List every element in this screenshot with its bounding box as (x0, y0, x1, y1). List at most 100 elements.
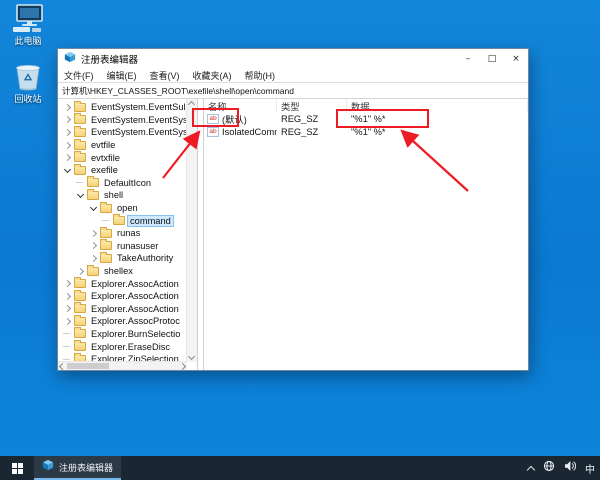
folder-icon (74, 153, 86, 162)
tree-expander-icon[interactable] (89, 241, 98, 250)
folder-icon (74, 128, 86, 137)
tree-item[interactable]: runasuser (58, 240, 187, 253)
scrollbar-thumb[interactable] (67, 363, 109, 369)
tree-item[interactable]: TakeAuthority (58, 252, 187, 265)
tree-item[interactable]: EventSystem.EventSys (58, 114, 187, 127)
desktop-icon-recycle-bin[interactable]: 回收站 (2, 62, 54, 104)
tree-item-label: Explorer.EraseDisc (89, 342, 172, 352)
scroll-left-icon[interactable] (59, 363, 66, 370)
title-bar[interactable]: 注册表编辑器 – □ × (58, 49, 528, 69)
folder-icon (87, 267, 99, 276)
tree-expander-icon[interactable] (63, 128, 72, 137)
windows-logo-icon (12, 463, 23, 474)
pane-splitter[interactable] (197, 99, 204, 370)
tree-item[interactable]: EventSystem.EventSys (58, 126, 187, 139)
menu-item[interactable]: 查看(V) (150, 69, 180, 82)
tree-expander-icon[interactable] (63, 115, 72, 124)
network-icon[interactable] (543, 459, 555, 477)
minimize-button[interactable]: – (456, 49, 480, 69)
tree-expander-icon[interactable] (89, 254, 98, 263)
menu-item[interactable]: 帮助(H) (245, 69, 276, 82)
address-bar[interactable]: 计算机\HKEY_CLASSES_ROOT\exefile\shell\open… (58, 82, 528, 99)
column-header-data[interactable]: 数据 (347, 99, 528, 113)
maximize-button[interactable]: □ (480, 49, 504, 69)
start-button[interactable] (0, 456, 34, 480)
tree-expander-icon[interactable] (63, 279, 72, 288)
value-data: "%1" %* (347, 127, 528, 137)
tree-expander-icon[interactable] (76, 191, 85, 200)
tree-item[interactable]: shell (58, 189, 187, 202)
scroll-right-icon[interactable] (179, 363, 186, 370)
tree-item[interactable]: Explorer.AssocAction (58, 277, 187, 290)
tree-expander-icon[interactable] (63, 342, 72, 351)
scroll-up-icon[interactable] (188, 101, 195, 108)
tree-item[interactable]: Explorer.AssocProtoc (58, 315, 187, 328)
tree-item-label: EventSystem.EventSys (89, 127, 187, 137)
tree-expander-icon[interactable] (102, 216, 111, 225)
close-button[interactable]: × (504, 49, 528, 69)
tree-expander-icon[interactable] (63, 141, 72, 150)
taskbar-item-regedit[interactable]: 注册表编辑器 (34, 456, 121, 480)
menu-item[interactable]: 文件(F) (64, 69, 94, 82)
tree-expander-icon[interactable] (63, 166, 72, 175)
tree-item-label: runas (115, 228, 142, 238)
tree-item[interactable]: DefaultIcon (58, 177, 187, 190)
tree-item[interactable]: Explorer.EraseDisc (58, 340, 187, 353)
tree-item[interactable]: Explorer.BurnSelectio (58, 328, 187, 341)
tree-item[interactable]: Explorer.AssocAction (58, 303, 187, 316)
tree-expander-icon[interactable] (63, 292, 72, 301)
values-list: ab (默认) REG_SZ "%1" %* ab IsolatedComm..… (204, 112, 528, 139)
folder-icon (74, 103, 86, 112)
tree-item[interactable]: shellex (58, 265, 187, 278)
tree-item-label: runasuser (115, 241, 160, 251)
tree-item[interactable]: command (58, 214, 187, 227)
tree-item[interactable]: runas (58, 227, 187, 240)
tree-item[interactable]: evtxfile (58, 151, 187, 164)
tree-item-label: Explorer.BurnSelectio (89, 329, 182, 339)
folder-icon (74, 292, 86, 301)
tree-item[interactable]: EventSystem.EventSul (58, 101, 187, 114)
desktop-icon-this-pc[interactable]: 此电脑 (2, 4, 54, 46)
tree-expander-icon[interactable] (89, 229, 98, 238)
tree-item[interactable]: evtfile (58, 139, 187, 152)
menu-item[interactable]: 编辑(E) (107, 69, 137, 82)
this-pc-icon (2, 4, 54, 34)
value-name: IsolatedComm... (222, 127, 277, 137)
tree-expander-icon[interactable] (63, 317, 72, 326)
tree-expander-icon[interactable] (63, 103, 72, 112)
folder-icon (87, 178, 99, 187)
tree-item-label: TakeAuthority (115, 253, 175, 263)
hidden-icons-chevron-icon[interactable] (527, 465, 535, 473)
tree-vertical-scrollbar[interactable] (186, 99, 197, 362)
tree-expander-icon[interactable] (76, 267, 85, 276)
tree-horizontal-scrollbar[interactable] (58, 361, 187, 370)
tree-expander-icon[interactable] (63, 329, 72, 338)
value-type: REG_SZ (277, 114, 347, 124)
tree-item-label: open (115, 203, 140, 213)
string-value-icon: ab (207, 127, 219, 137)
values-header-row: 名称 类型 数据 (204, 99, 528, 112)
tree-expander-icon[interactable] (89, 204, 98, 213)
regedit-app-icon (42, 458, 54, 476)
folder-icon (74, 342, 86, 351)
tree-item-label: shell (102, 190, 125, 200)
tree-item[interactable]: exefile (58, 164, 187, 177)
volume-icon[interactable] (564, 459, 576, 477)
tree-expander-icon[interactable] (76, 178, 85, 187)
ime-indicator[interactable]: 中 (585, 461, 595, 476)
tree-item[interactable]: open (58, 202, 187, 215)
folder-icon (74, 304, 86, 313)
tree-item-label: exefile (89, 165, 120, 175)
scroll-down-icon[interactable] (188, 353, 195, 360)
menu-bar: 文件(F) 编辑(E) 查看(V) 收藏夹(A) 帮助(H) (58, 69, 528, 82)
taskbar: 注册表编辑器 中 (0, 456, 600, 480)
value-row[interactable]: ab (默认) REG_SZ "%1" %* (204, 112, 528, 126)
tree-item-label: evtfile (89, 140, 117, 150)
tree-item[interactable]: Explorer.AssocAction (58, 290, 187, 303)
column-header-type[interactable]: 类型 (277, 99, 347, 113)
tree-expander-icon[interactable] (63, 304, 72, 313)
folder-icon (100, 229, 112, 238)
tree-expander-icon[interactable] (63, 153, 72, 162)
value-row[interactable]: ab IsolatedComm... REG_SZ "%1" %* (204, 126, 528, 140)
menu-item[interactable]: 收藏夹(A) (193, 69, 232, 82)
